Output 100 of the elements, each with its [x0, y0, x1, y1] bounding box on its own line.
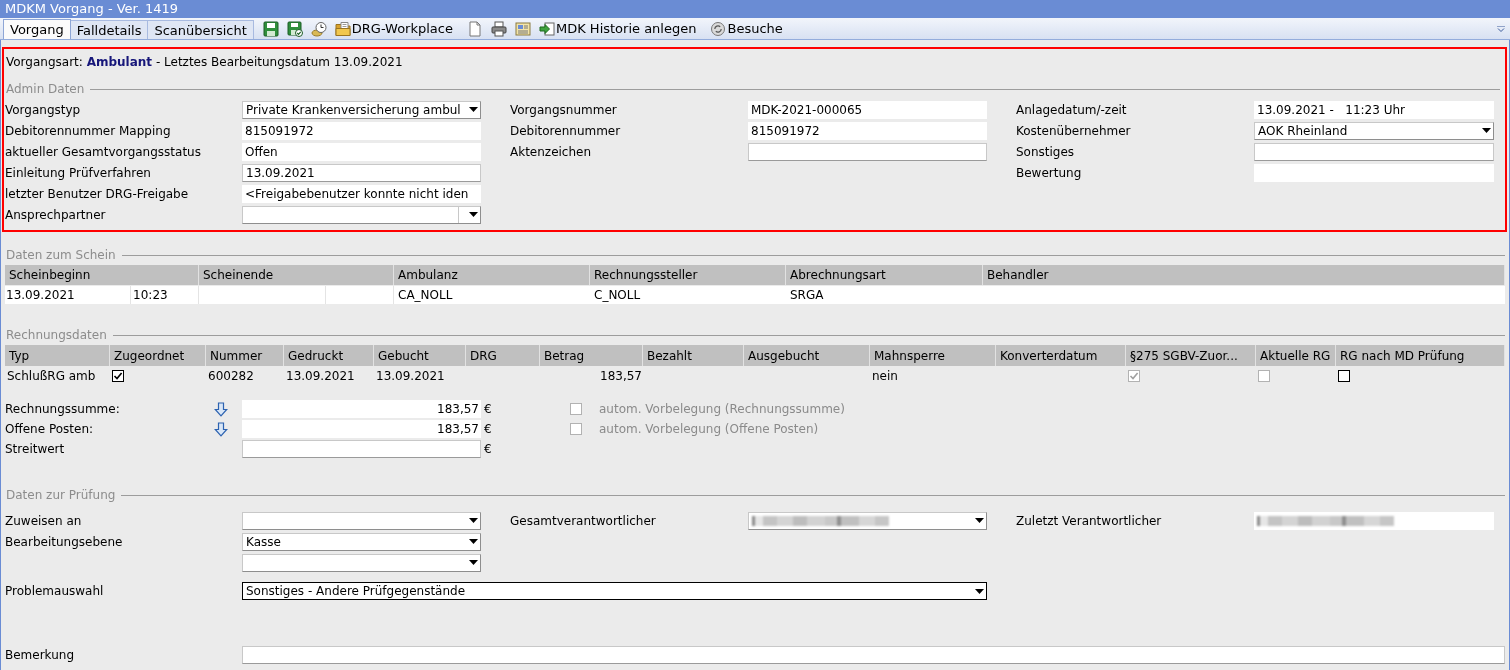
folder-document-icon: [334, 20, 351, 37]
field-label: Aktenzeichen: [510, 143, 593, 161]
tab[interactable]: Falldetails: [70, 20, 149, 39]
field-label: Kostenübernehmer: [1016, 122, 1132, 140]
case-type-summary: Vorgangsart: Ambulant - Letztes Bearbeitungsdatum 13.09.2021: [5, 55, 404, 69]
text-field[interactable]: 13.09.2021: [242, 163, 481, 182]
column-header[interactable]: §275 SGBV-Zuor...: [1126, 345, 1256, 366]
picture-icon[interactable]: [514, 20, 531, 37]
down-arrow-icon[interactable]: [214, 401, 228, 417]
field-label: Problemauswahl: [5, 583, 105, 600]
field-label: aktueller Gesamtvorgangsstatus: [5, 143, 202, 161]
table-cell-text: 13.09.2021: [376, 368, 445, 385]
field-label: Vorgangsnummer: [510, 101, 618, 119]
section-title: Daten zum Schein: [5, 247, 116, 264]
field-label: Sonstiges: [1016, 143, 1076, 161]
table-cell-text: nein: [872, 368, 898, 385]
column-header[interactable]: Mahnsperre: [870, 345, 996, 366]
dropdown[interactable]: AOK Rheinland: [1254, 121, 1494, 140]
column-header[interactable]: Ausgebucht: [744, 345, 870, 366]
field-label: Debitorennummer Mapping: [5, 122, 172, 140]
table-cell-text: 13.09.2021: [286, 368, 355, 385]
text-field[interactable]: [242, 646, 1505, 664]
table-cell-text: 600282: [208, 368, 254, 385]
column-header[interactable]: Nummer: [206, 345, 284, 366]
column-header[interactable]: Bezahlt: [643, 345, 744, 366]
read-only-field: 183,57: [242, 420, 481, 438]
field-label: Zuweisen an: [5, 512, 83, 530]
text-field[interactable]: [748, 142, 987, 161]
tab[interactable]: Vorgang: [3, 19, 71, 39]
window-title: MDKM Vorgang - Ver. 1419: [5, 0, 179, 18]
field-label: Bewertung: [1016, 164, 1083, 182]
table-row[interactable]: 13.09.2021 10:23 CA_NOLL C_NOLL SRGA: [5, 286, 1505, 304]
column-header[interactable]: Abrechnungsart: [786, 265, 983, 285]
field-label: Streitwert: [5, 441, 66, 458]
tab[interactable]: Scanübersicht: [148, 20, 254, 39]
toolbar-button[interactable]: DRG-Workplace: [334, 19, 453, 38]
field-label: Rechnungssumme:: [5, 401, 121, 418]
field-label: Einleitung Prüfverfahren: [5, 164, 152, 182]
read-only-field: Offen: [242, 142, 481, 161]
dropdown[interactable]: Kasse: [242, 532, 481, 551]
clock-coins-icon[interactable]: [310, 20, 327, 37]
dropdown[interactable]: [242, 511, 481, 530]
column-header[interactable]: Scheinende: [199, 265, 394, 285]
document-icon[interactable]: [466, 20, 483, 37]
dropdown-arrow-icon: [1482, 128, 1491, 133]
table-cell-text: 13.09.2021: [6, 287, 75, 304]
option-label: autom. Vorbelegung (Rechnungssumme): [599, 401, 845, 418]
read-only-field: 815091972: [748, 121, 987, 140]
column-header[interactable]: Betrag: [540, 345, 643, 366]
dropdown[interactable]: Sonstiges - Andere Prüfgegenstände: [242, 582, 987, 600]
dropdown-arrow-icon: [469, 212, 478, 217]
text-field[interactable]: [242, 440, 481, 458]
field-label: Offene Posten:: [5, 421, 95, 438]
field-label: Bemerkung: [5, 647, 76, 664]
field-label: Ansprechpartner: [5, 206, 107, 224]
currency-label: €: [483, 421, 493, 438]
save-check-icon[interactable]: [286, 20, 303, 37]
column-header[interactable]: Aktuelle RG: [1256, 345, 1336, 366]
column-header[interactable]: Scheinbeginn: [5, 265, 199, 285]
section-title: Daten zur Prüfung: [5, 487, 116, 504]
column-header[interactable]: Zugeordnet: [110, 345, 206, 366]
toolbar-button[interactable]: MDK Historie anlegen: [538, 19, 697, 38]
checkbox[interactable]: [112, 370, 124, 382]
down-arrow-icon[interactable]: [214, 421, 228, 437]
field-label: Gesamtverantwortlicher: [510, 512, 657, 530]
field-label: Vorgangstyp: [5, 101, 82, 119]
column-header[interactable]: Behandler: [983, 265, 1505, 285]
column-header[interactable]: Rechnungssteller: [590, 265, 786, 285]
read-only-field: <Freigabebenutzer konnte nicht iden: [242, 184, 481, 203]
column-header[interactable]: Ambulanz: [394, 265, 590, 285]
column-header[interactable]: Typ: [5, 345, 110, 366]
section-title: Rechnungsdaten: [5, 327, 107, 344]
column-header[interactable]: Gedruckt: [284, 345, 374, 366]
dropdown[interactable]: Private Krankenversicherung ambul: [242, 100, 481, 119]
column-header[interactable]: Gebucht: [374, 345, 466, 366]
checkbox[interactable]: [1338, 370, 1350, 382]
field-label: Zuletzt Verantwortlicher: [1016, 512, 1163, 530]
read-only-field: 815091972: [242, 121, 481, 140]
save-icon[interactable]: [262, 20, 279, 37]
text-field[interactable]: [1254, 142, 1494, 161]
read-only-field: 13.09.2021 - 11:23 Uhr: [1254, 100, 1494, 119]
read-only-field: 183,57: [242, 400, 481, 418]
printer-icon[interactable]: [490, 20, 507, 37]
column-header[interactable]: Konverterdatum: [996, 345, 1126, 366]
read-only-field: MDK-2021-000065: [748, 100, 987, 119]
dropdown[interactable]: [748, 511, 987, 530]
currency-label: €: [483, 401, 493, 418]
refresh-circle-icon: [710, 20, 727, 37]
dropdown-arrow-icon: [975, 588, 984, 594]
column-header[interactable]: DRG: [466, 345, 540, 366]
dropdown[interactable]: [242, 553, 481, 572]
dropdown[interactable]: [242, 205, 481, 224]
dropdown-arrow-icon: [975, 518, 984, 523]
field-label: letzter Benutzer DRG-Freigabe: [5, 185, 190, 203]
column-header[interactable]: RG nach MD Prüfung: [1336, 345, 1505, 366]
toolbar-button[interactable]: Besuche: [710, 19, 783, 38]
collapse-icon[interactable]: [1497, 25, 1505, 32]
field-label: Debitorennummer: [510, 122, 622, 140]
table-cell-text: 183,57: [600, 368, 642, 385]
dropdown-arrow-icon: [469, 107, 478, 112]
